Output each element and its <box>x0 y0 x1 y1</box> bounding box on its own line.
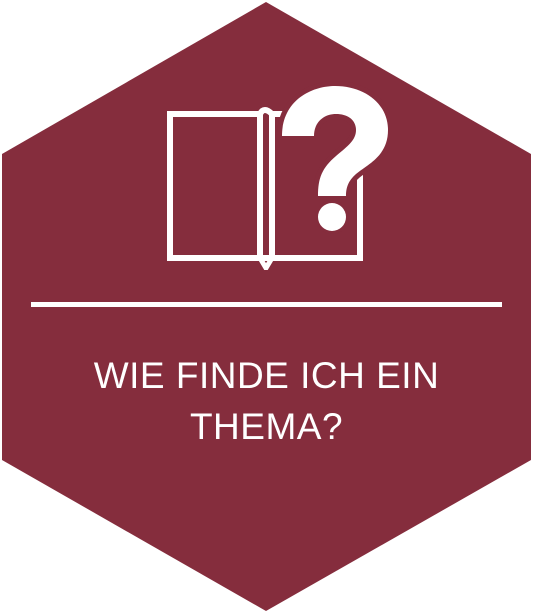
tile-title-line-2: THEMA? <box>189 406 344 447</box>
tile-title: WIE FINDE ICH EIN THEMA? <box>40 350 493 452</box>
topic-hexagon-tile[interactable]: WIE FINDE ICH EIN THEMA? <box>0 0 533 612</box>
divider-line <box>31 302 502 307</box>
tile-title-line-1: WIE FINDE ICH EIN <box>93 355 440 396</box>
book-question-icon <box>167 80 390 270</box>
